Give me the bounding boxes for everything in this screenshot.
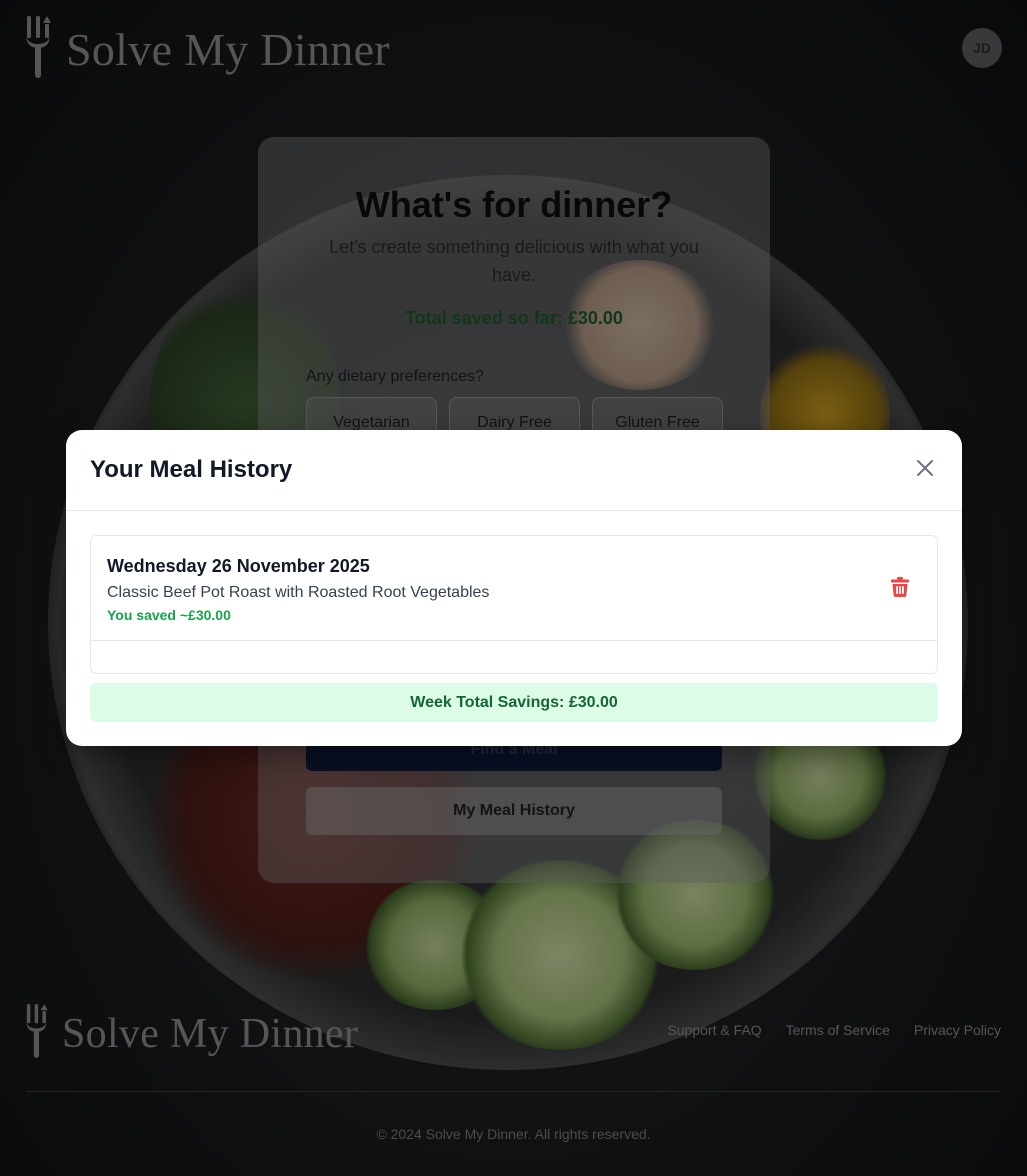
entry-savings: You saved ~£30.00 [107,607,231,623]
close-button[interactable] [914,459,936,481]
meal-history-modal: Your Meal History Wednesday 26 November … [66,430,962,746]
modal-header: Your Meal History [66,430,962,511]
entry-meal-name: Classic Beef Pot Roast with Roasted Root… [107,584,490,601]
close-icon [916,459,934,482]
meal-history-list: Wednesday 26 November 2025 Classic Beef … [90,535,938,674]
modal-title: Your Meal History [90,456,293,483]
week-total-savings: Week Total Savings: £30.00 [90,683,938,722]
list-item: Wednesday 26 November 2025 Classic Beef … [91,536,937,641]
delete-entry-button[interactable] [891,577,911,599]
entry-date: Wednesday 26 November 2025 [107,556,370,576]
trash-icon [891,577,909,601]
